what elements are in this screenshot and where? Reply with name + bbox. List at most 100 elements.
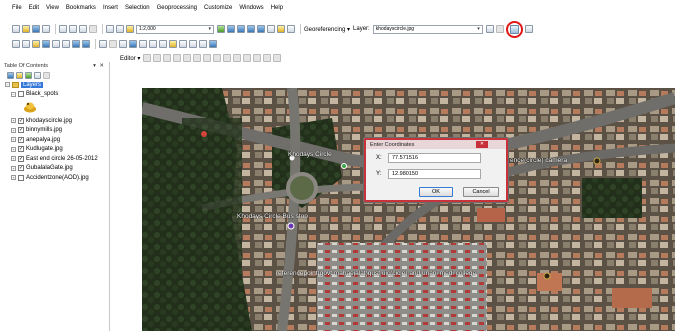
copy-icon[interactable] xyxy=(69,25,77,33)
rotate-feature-icon[interactable] xyxy=(243,54,252,62)
model-builder-icon[interactable] xyxy=(277,25,285,33)
map-view[interactable]: Khodays Circle ence(circle) camera Khoda… xyxy=(142,88,675,331)
clear-selection-icon[interactable] xyxy=(109,40,117,48)
add-control-points-icon[interactable] xyxy=(509,24,519,34)
create-viewer-window-icon[interactable] xyxy=(209,40,217,48)
sketch-properties-icon[interactable] xyxy=(263,54,272,62)
menu-edit[interactable]: Edit xyxy=(29,5,39,11)
menu-geoprocessing[interactable]: Geoprocessing xyxy=(157,5,197,11)
print-icon[interactable] xyxy=(42,25,50,33)
editor-menu[interactable]: Editor ▾ xyxy=(120,55,140,62)
list-by-drawing-order-icon[interactable] xyxy=(7,71,14,79)
collapse-icon[interactable]: − xyxy=(11,91,16,97)
expand-icon[interactable]: + xyxy=(11,175,16,181)
x-coordinate-input[interactable]: 77.571516 xyxy=(388,153,481,163)
find-route-icon[interactable] xyxy=(179,40,187,48)
editor-toolbar-icon[interactable] xyxy=(217,25,225,33)
menu-insert[interactable]: Insert xyxy=(103,5,118,11)
hyperlink-icon[interactable] xyxy=(139,40,147,48)
menu-customize[interactable]: Customize xyxy=(204,5,232,11)
menu-bookmarks[interactable]: Bookmarks xyxy=(66,5,96,11)
layer-visibility-checkbox[interactable]: ✓ xyxy=(18,165,24,172)
point-icon[interactable] xyxy=(193,54,202,62)
table-of-contents-icon[interactable] xyxy=(227,25,235,33)
zoom-out-icon[interactable] xyxy=(22,40,30,48)
fixed-zoom-in-icon[interactable] xyxy=(52,40,60,48)
toc-options-icon[interactable] xyxy=(43,71,50,79)
paste-icon[interactable] xyxy=(79,25,87,33)
reshape-icon[interactable] xyxy=(213,54,222,62)
add-data-icon[interactable] xyxy=(126,25,134,33)
create-features-icon[interactable] xyxy=(273,54,282,62)
zoom-in-icon[interactable] xyxy=(12,40,20,48)
toc-layer-item[interactable]: − Black_spots xyxy=(0,90,109,100)
end-point-arc-icon[interactable] xyxy=(173,54,182,62)
menu-selection[interactable]: Selection xyxy=(125,5,150,11)
expand-icon[interactable]: + xyxy=(11,146,16,152)
attributes-icon[interactable] xyxy=(253,54,262,62)
redo-icon[interactable] xyxy=(116,25,124,33)
split-icon[interactable] xyxy=(233,54,242,62)
dialog-titlebar[interactable]: Enter Coordinates ✕ xyxy=(366,140,506,149)
edit-vertices-icon[interactable] xyxy=(203,54,212,62)
view-link-table-icon[interactable] xyxy=(524,25,533,33)
expand-icon[interactable]: + xyxy=(11,165,16,171)
find-icon[interactable] xyxy=(169,40,177,48)
select-features-icon[interactable] xyxy=(99,40,107,48)
time-slider-icon[interactable] xyxy=(199,40,207,48)
measure-icon[interactable] xyxy=(159,40,167,48)
menu-file[interactable]: File xyxy=(12,5,22,11)
catalog-icon[interactable] xyxy=(237,25,245,33)
select-elements-icon[interactable] xyxy=(119,40,127,48)
toc-layer-item[interactable]: + ✓ GubalalaGate.jpg xyxy=(0,164,109,174)
black-spots-symbol-icon[interactable] xyxy=(23,101,37,113)
full-extent-icon[interactable] xyxy=(42,40,50,48)
list-by-source-icon[interactable] xyxy=(16,71,23,79)
save-icon[interactable] xyxy=(32,25,40,33)
toc-layer-item[interactable]: + ✓ binnymills.jpg xyxy=(0,126,109,136)
menu-view[interactable]: View xyxy=(46,5,59,11)
expand-icon[interactable]: + xyxy=(11,137,16,143)
layer-visibility-checkbox[interactable] xyxy=(18,91,24,98)
ok-button[interactable]: OK xyxy=(419,187,453,197)
layer-visibility-checkbox[interactable]: ✓ xyxy=(18,117,24,124)
toc-layer-item[interactable]: + ✓ East end circle 26-05-2012 xyxy=(0,154,109,164)
search-window-icon[interactable] xyxy=(247,25,255,33)
collapse-icon[interactable]: − xyxy=(5,82,10,88)
open-folder-icon[interactable] xyxy=(22,25,30,33)
expand-icon[interactable]: + xyxy=(11,118,16,124)
fixed-zoom-out-icon[interactable] xyxy=(62,40,70,48)
close-icon[interactable]: ✕ xyxy=(476,141,488,148)
layer-visibility-checkbox[interactable]: ✓ xyxy=(18,146,24,153)
expand-icon[interactable]: + xyxy=(11,156,16,162)
toc-window-controls[interactable]: ▾ ✕ xyxy=(93,63,109,69)
cut-polygons-icon[interactable] xyxy=(223,54,232,62)
edit-annotation-icon[interactable] xyxy=(153,54,162,62)
straight-segment-icon[interactable] xyxy=(163,54,172,62)
list-by-visibility-icon[interactable] xyxy=(25,71,32,79)
trace-icon[interactable] xyxy=(183,54,192,62)
menu-windows[interactable]: Windows xyxy=(239,5,263,11)
menu-help[interactable]: Help xyxy=(271,5,283,11)
cut-icon[interactable] xyxy=(59,25,67,33)
toc-layer-item[interactable]: + ✓ Kudlugate.jpg xyxy=(0,145,109,155)
list-by-selection-icon[interactable] xyxy=(34,71,41,79)
layer-visibility-checkbox[interactable]: ✓ xyxy=(18,155,24,162)
toc-layer-item[interactable]: + ✓ anepalya.jpg xyxy=(0,135,109,145)
identify-icon[interactable] xyxy=(129,40,137,48)
y-coordinate-input[interactable]: 12.980150 xyxy=(388,169,481,179)
delete-icon[interactable] xyxy=(89,25,97,33)
pan-icon[interactable] xyxy=(32,40,40,48)
help-icon[interactable] xyxy=(287,25,295,33)
forward-extent-icon[interactable] xyxy=(82,40,90,48)
layer-visibility-checkbox[interactable]: ✓ xyxy=(18,136,24,143)
layer-visibility-checkbox[interactable]: ✓ xyxy=(18,127,24,134)
undo-icon[interactable] xyxy=(106,25,114,33)
layer-visibility-checkbox[interactable] xyxy=(18,174,24,181)
shift-icon[interactable] xyxy=(495,25,504,33)
toc-root-layers[interactable]: − Layers xyxy=(0,80,109,90)
toc-layer-item[interactable]: + Accidentzone(AOD).jpg xyxy=(0,173,109,183)
georef-layer-combo[interactable]: khodayscircle.jpg ▾ xyxy=(372,24,483,34)
python-window-icon[interactable] xyxy=(267,25,275,33)
georeferencing-menu[interactable]: Georeferencing ▾ xyxy=(304,26,350,33)
